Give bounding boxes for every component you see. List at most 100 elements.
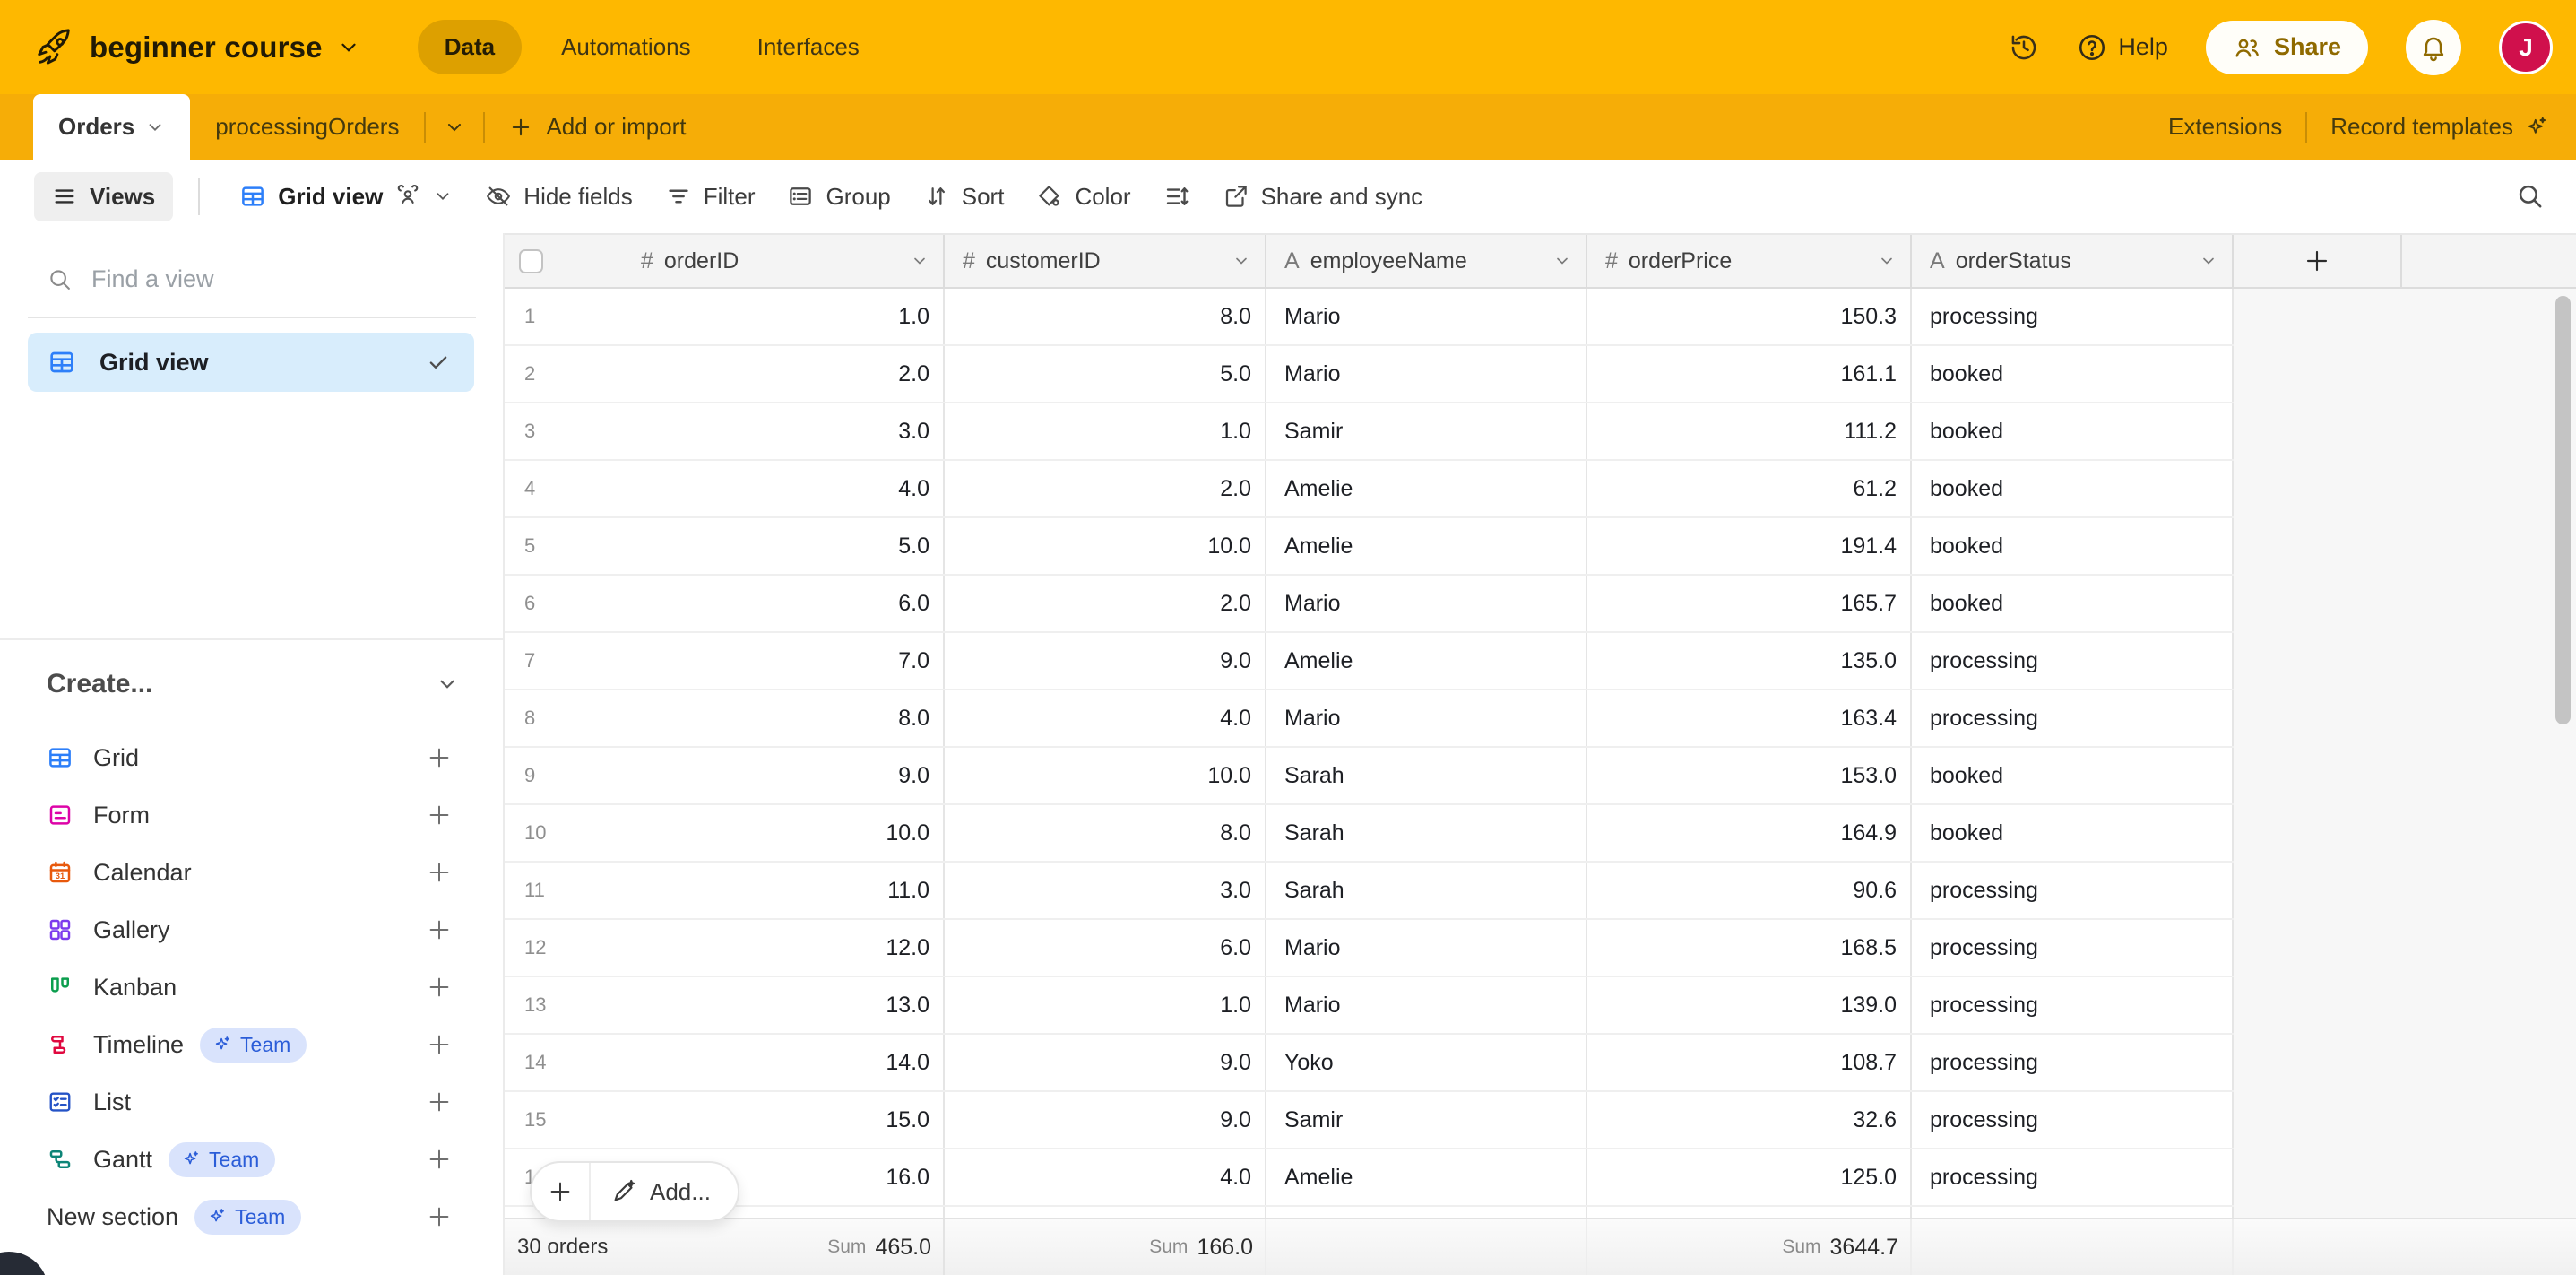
- cell-employeeName[interactable]: Sarah: [1266, 863, 1587, 918]
- notifications-button[interactable]: [2406, 20, 2461, 75]
- cell-customerID[interactable]: 2.0: [945, 461, 1266, 516]
- cell-orderID[interactable]: 33.0: [505, 403, 945, 459]
- cell-orderStatus[interactable]: booked: [1912, 403, 2234, 459]
- cell-customerID[interactable]: 4.0: [945, 1149, 1266, 1205]
- cell-orderStatus[interactable]: processing: [1912, 690, 2234, 746]
- tab-data[interactable]: Data: [418, 20, 522, 74]
- cell-orderStatus[interactable]: booked: [1912, 748, 2234, 803]
- column-header-orderPrice[interactable]: #orderPrice: [1587, 235, 1912, 287]
- create-section-header[interactable]: Create...: [47, 669, 459, 699]
- plus-icon[interactable]: [426, 744, 453, 771]
- cell-orderPrice[interactable]: 139.0: [1587, 977, 1912, 1033]
- cell-orderPrice[interactable]: 153.0: [1587, 748, 1912, 803]
- views-button[interactable]: Views: [34, 172, 173, 221]
- cell-employeeName[interactable]: Yoko: [1266, 1035, 1587, 1090]
- cell-orderID[interactable]: 66.0: [505, 576, 945, 631]
- cell-orderID[interactable]: 55.0: [505, 518, 945, 574]
- column-header-orderID[interactable]: #orderID: [505, 235, 945, 287]
- cell-customerID[interactable]: 8.0: [945, 289, 1266, 344]
- cell-employeeName[interactable]: Samir: [1266, 1092, 1587, 1148]
- cell-employeeName[interactable]: Samir: [1266, 403, 1587, 459]
- sort-button[interactable]: Sort: [907, 172, 1021, 221]
- search-icon[interactable]: [2515, 181, 2546, 212]
- create-gallery-item[interactable]: Gallery: [0, 901, 505, 958]
- cell-customerID[interactable]: 5.0: [945, 346, 1266, 402]
- cell-employeeName[interactable]: Amelie: [1266, 633, 1587, 689]
- row-height-button[interactable]: [1147, 172, 1206, 221]
- cell-orderID[interactable]: 44.0: [505, 461, 945, 516]
- cell-employeeName[interactable]: Mario: [1266, 977, 1587, 1033]
- column-header-customerID[interactable]: #customerID: [945, 235, 1266, 287]
- cell-orderStatus[interactable]: processing: [1912, 1092, 2234, 1148]
- cell-customerID[interactable]: 9.0: [945, 1035, 1266, 1090]
- cell-customerID[interactable]: 6.0: [945, 920, 1266, 976]
- select-all-checkbox[interactable]: [519, 249, 543, 273]
- cell-orderPrice[interactable]: 161.1: [1587, 346, 1912, 402]
- tab-processing-orders[interactable]: processingOrders: [190, 94, 424, 160]
- cell-orderID[interactable]: 1212.0: [505, 920, 945, 976]
- column-header-orderStatus[interactable]: AorderStatus: [1912, 235, 2234, 287]
- extensions-button[interactable]: Extensions: [2168, 113, 2282, 141]
- cell-customerID[interactable]: 2.0: [945, 576, 1266, 631]
- create-gantt-item[interactable]: Gantt Team: [0, 1131, 505, 1188]
- cell-customerID[interactable]: 9.0: [945, 1092, 1266, 1148]
- create-grid-item[interactable]: Grid: [0, 729, 505, 786]
- cell-customerID[interactable]: 9.0: [945, 633, 1266, 689]
- cell-orderID[interactable]: 88.0: [505, 690, 945, 746]
- help-button[interactable]: Help: [2077, 32, 2168, 63]
- add-field-button[interactable]: [2234, 235, 2402, 287]
- plus-icon[interactable]: [426, 859, 453, 886]
- cell-employeeName[interactable]: Amelie: [1266, 518, 1587, 574]
- cell-orderPrice[interactable]: 125.0: [1587, 1149, 1912, 1205]
- cell-orderPrice[interactable]: 165.7: [1587, 576, 1912, 631]
- column-header-employeeName[interactable]: AemployeeName: [1266, 235, 1587, 287]
- cell-orderID[interactable]: 1111.0: [505, 863, 945, 918]
- cell-orderPrice[interactable]: 111.2: [1587, 403, 1912, 459]
- cell-customerID[interactable]: 1.0: [945, 403, 1266, 459]
- cell-orderID[interactable]: 77.0: [505, 633, 945, 689]
- share-and-sync-button[interactable]: Share and sync: [1206, 172, 1439, 221]
- cell-orderID[interactable]: 11.0: [505, 289, 945, 344]
- tab-orders[interactable]: Orders: [33, 94, 190, 160]
- cell-orderStatus[interactable]: processing: [1912, 1149, 2234, 1205]
- avatar[interactable]: J: [2499, 21, 2553, 74]
- base-menu[interactable]: beginner course: [34, 27, 360, 68]
- cell-customerID[interactable]: 3.0: [945, 863, 1266, 918]
- cell-orderPrice[interactable]: 90.6: [1587, 863, 1912, 918]
- cell-employeeName[interactable]: Sarah: [1266, 805, 1587, 861]
- cell-orderPrice[interactable]: 108.7: [1587, 1035, 1912, 1090]
- plus-icon[interactable]: [426, 1203, 453, 1230]
- chevron-down-icon[interactable]: [1232, 252, 1250, 270]
- cell-customerID[interactable]: 10.0: [945, 748, 1266, 803]
- create-kanban-item[interactable]: Kanban: [0, 958, 505, 1016]
- plus-icon[interactable]: [426, 974, 453, 1001]
- filter-button[interactable]: Filter: [649, 172, 772, 221]
- add-record-ai-button[interactable]: Add...: [591, 1178, 738, 1206]
- hide-fields-button[interactable]: Hide fields: [469, 172, 648, 221]
- group-button[interactable]: Group: [771, 172, 906, 221]
- create-list-item[interactable]: List: [0, 1073, 505, 1131]
- vertical-scrollbar[interactable]: [2555, 296, 2571, 724]
- cell-orderStatus[interactable]: processing: [1912, 1035, 2234, 1090]
- color-button[interactable]: Color: [1020, 172, 1146, 221]
- chevron-down-icon[interactable]: [1553, 252, 1571, 270]
- create-form-item[interactable]: Form: [0, 786, 505, 844]
- cell-orderPrice[interactable]: 163.4: [1587, 690, 1912, 746]
- tab-interfaces[interactable]: Interfaces: [730, 20, 886, 74]
- add-record-plus-button[interactable]: [532, 1163, 591, 1220]
- cell-employeeName[interactable]: Mario: [1266, 920, 1587, 976]
- summary-orderID[interactable]: Sum 465.0: [684, 1219, 945, 1275]
- cell-orderID[interactable]: 1010.0: [505, 805, 945, 861]
- cell-customerID[interactable]: 4.0: [945, 690, 1266, 746]
- cell-customerID[interactable]: 1.0: [945, 977, 1266, 1033]
- cell-orderPrice[interactable]: 32.6: [1587, 1092, 1912, 1148]
- summary-customerID[interactable]: Sum 166.0: [945, 1219, 1266, 1275]
- record-templates-button[interactable]: Record templates: [2330, 113, 2549, 141]
- chevron-down-icon[interactable]: [2200, 252, 2217, 270]
- cell-orderStatus[interactable]: processing: [1912, 863, 2234, 918]
- cell-orderStatus[interactable]: processing: [1912, 920, 2234, 976]
- summary-orderPrice[interactable]: Sum 3644.7: [1587, 1219, 1912, 1275]
- cell-orderStatus[interactable]: booked: [1912, 805, 2234, 861]
- plus-icon[interactable]: [426, 916, 453, 943]
- create-new-section-item[interactable]: New section Team: [0, 1188, 505, 1245]
